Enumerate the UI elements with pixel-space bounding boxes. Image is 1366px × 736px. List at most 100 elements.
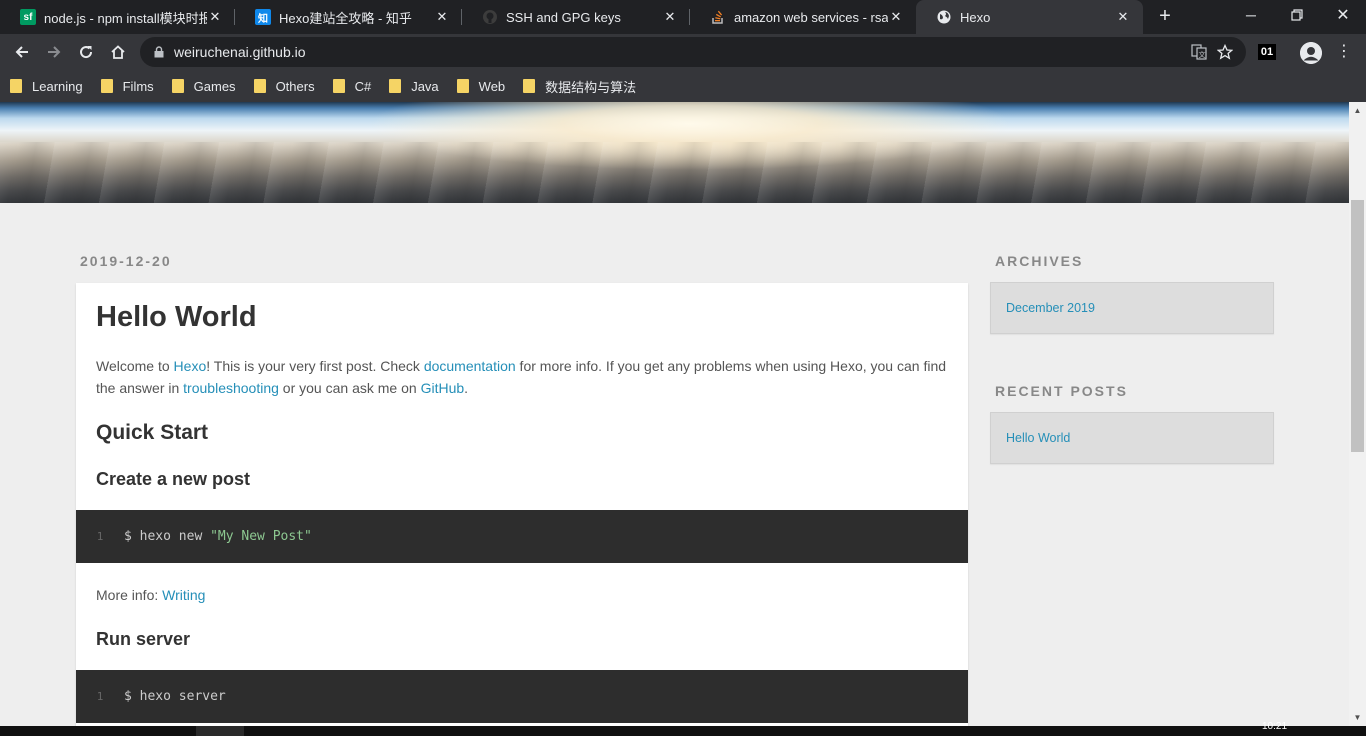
folder-icon — [100, 79, 113, 93]
os-taskbar: 10:21 — [0, 721, 1366, 736]
bookmark-label: Games — [193, 78, 236, 94]
archive-link-december-2019[interactable]: December 2019 — [1006, 301, 1095, 315]
svg-text:文: 文 — [1199, 50, 1206, 59]
bookmark-label: Films — [122, 78, 154, 94]
url-text[interactable]: weiruchenai.github.io — [174, 44, 1186, 60]
intro-text: or you can ask me on — [278, 380, 421, 396]
archives-title: ARCHIVES — [995, 253, 1084, 269]
browser-toolbar: weiruchenai.github.io 文 01 ⋮ — [0, 34, 1366, 70]
folder-icon — [389, 79, 402, 93]
close-tab-icon[interactable]: ✕ — [207, 9, 223, 25]
github-icon — [482, 9, 498, 25]
post-date[interactable]: 2019-12-20 — [80, 253, 172, 269]
bookmark-games[interactable]: Games — [171, 78, 236, 94]
tab-github[interactable]: SSH and GPG keys ✕ — [462, 0, 690, 34]
folder-icon — [523, 79, 536, 93]
new-tab-button[interactable]: + — [1154, 5, 1176, 27]
folder-icon — [456, 79, 469, 93]
tab-stackoverflow[interactable]: amazon web services - rsa p ✕ — [690, 0, 916, 34]
close-tab-icon[interactable]: ✕ — [888, 9, 904, 25]
address-bar[interactable]: weiruchenai.github.io 文 — [140, 37, 1246, 67]
bookmarks-bar: Learning Films Games Others C# Java Web … — [0, 70, 1366, 102]
bookmark-learning[interactable]: Learning — [10, 79, 83, 94]
bookmark-label: Java — [411, 78, 439, 94]
writing-link[interactable]: Writing — [162, 587, 205, 603]
forward-arrow-icon — [48, 46, 61, 58]
troubleshooting-link[interactable]: troubleshooting — [183, 380, 279, 396]
more-menu-icon[interactable]: ⋮ — [1336, 41, 1352, 63]
tab-title: amazon web services - rsa p — [734, 9, 888, 25]
home-button[interactable] — [104, 38, 132, 66]
heading-create-post: Create a new post — [96, 469, 251, 489]
tab-npm[interactable]: sf node.js - npm install模块时报 ✕ — [0, 0, 235, 34]
tab-title: Hexo建站全攻略 - 知乎 — [279, 10, 412, 26]
code-block-server: 1 $ hexo server — [76, 670, 968, 723]
folder-icon — [10, 79, 22, 93]
zhihu-icon: 知 — [255, 9, 271, 25]
home-icon — [111, 45, 125, 59]
translate-icon[interactable]: 文 — [1186, 39, 1212, 65]
tab-hexo[interactable]: Hexo ✕ — [916, 0, 1143, 34]
close-tab-icon[interactable]: ✕ — [1115, 9, 1131, 25]
bookmark-algorithms[interactable]: 数据结构与算法 — [523, 77, 636, 96]
close-window-button[interactable]: ✕ — [1320, 0, 1366, 30]
documentation-link[interactable]: documentation — [424, 358, 516, 374]
scroll-down-arrow-icon[interactable]: ▼ — [1349, 709, 1366, 726]
line-number: 1 — [96, 690, 104, 703]
globe-icon — [936, 9, 952, 25]
github-link[interactable]: GitHub — [421, 380, 465, 396]
tab-title: Hexo — [960, 9, 991, 25]
reload-button[interactable] — [72, 38, 100, 66]
bookmark-web[interactable]: Web — [456, 78, 506, 94]
tab-zhihu[interactable]: 知 Hexo建站全攻略 - 知乎 ✕ — [235, 0, 462, 34]
banner-clouds — [0, 142, 1349, 203]
more-info-label: More info: — [96, 587, 163, 603]
folder-icon — [171, 79, 184, 93]
code-command: $ hexo server — [124, 689, 226, 704]
tab-strip: sf node.js - npm install模块时报 ✕ 知 Hexo建站全… — [0, 0, 1366, 34]
close-tab-icon[interactable]: ✕ — [434, 9, 450, 25]
folder-icon — [332, 79, 345, 93]
bookmark-label: Web — [478, 78, 506, 94]
archives-widget: December 2019 — [990, 282, 1274, 334]
post-title[interactable]: Hello World — [96, 301, 257, 334]
bookmark-label: Learning — [32, 78, 83, 94]
scroll-up-arrow-icon[interactable]: ▲ — [1349, 102, 1366, 119]
bookmark-java[interactable]: Java — [389, 78, 439, 94]
bookmark-label: C# — [354, 78, 372, 94]
segmentfault-icon: sf — [20, 9, 36, 25]
close-tab-icon[interactable]: ✕ — [662, 9, 678, 25]
intro-text: . — [464, 380, 469, 396]
recent-posts-title: RECENT POSTS — [995, 383, 1128, 399]
recent-posts-widget: Hello World — [990, 412, 1274, 464]
heading-run-server: Run server — [96, 629, 191, 649]
recent-post-link[interactable]: Hello World — [1006, 431, 1070, 445]
folder-icon — [253, 79, 266, 93]
page-viewport: 2019-12-20 Hello World Welcome to Hexo! … — [0, 102, 1349, 726]
scrollbar-thumb[interactable] — [1351, 200, 1364, 452]
post-intro: Welcome to Hexo! This is your very first… — [96, 355, 956, 399]
profile-avatar-icon[interactable] — [1300, 42, 1322, 64]
restore-button[interactable] — [1274, 0, 1320, 30]
page-scrollbar[interactable]: ▲ ▼ — [1349, 102, 1366, 726]
bookmark-star-icon[interactable] — [1212, 39, 1238, 65]
stackoverflow-icon — [710, 9, 726, 25]
line-number: 1 — [96, 530, 104, 543]
header-banner-image — [0, 102, 1349, 203]
back-button[interactable] — [8, 38, 36, 66]
bookmark-others[interactable]: Others — [253, 78, 315, 94]
restore-icon — [1291, 9, 1303, 21]
bookmark-csharp[interactable]: C# — [332, 78, 372, 94]
minimize-button[interactable]: ─ — [1228, 0, 1274, 30]
lock-icon[interactable] — [152, 45, 166, 59]
bookmark-films[interactable]: Films — [100, 78, 154, 94]
intro-text: ! This is your very first post. Check — [206, 358, 424, 374]
hexo-link[interactable]: Hexo — [174, 358, 207, 374]
tab-title: SSH and GPG keys — [506, 9, 621, 25]
taskbar-active-app[interactable] — [196, 726, 244, 736]
bookmark-label: Others — [275, 78, 315, 94]
forward-button[interactable] — [40, 38, 68, 66]
extension-icon[interactable]: 01 — [1258, 44, 1276, 60]
heading-quick-start: Quick Start — [96, 421, 209, 444]
article-card: Hello World Welcome to Hexo! This is you… — [76, 283, 968, 726]
